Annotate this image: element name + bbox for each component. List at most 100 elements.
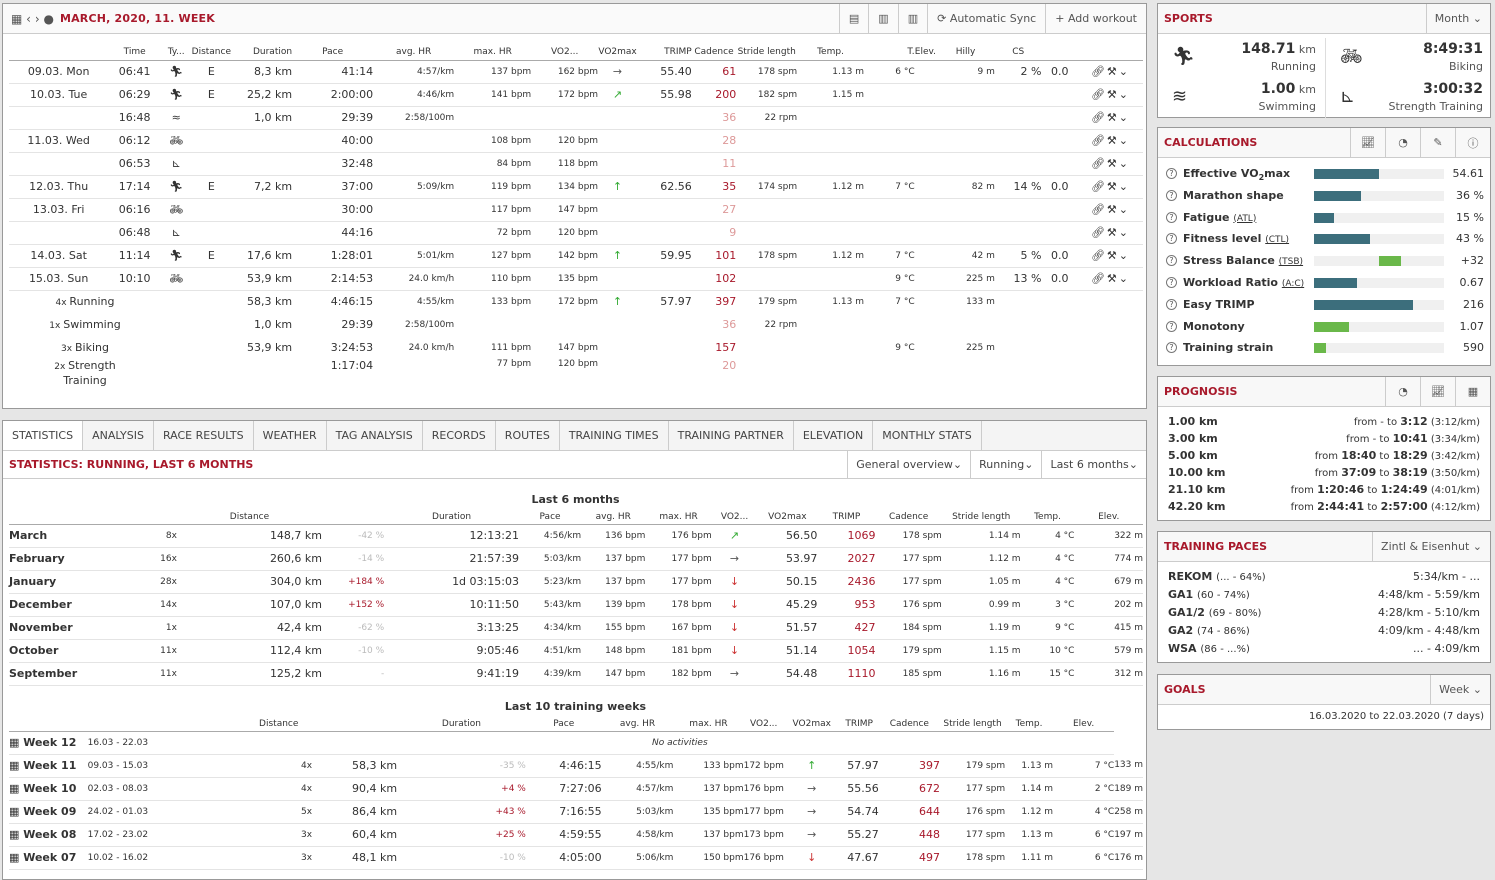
next-week-icon[interactable]: › — [35, 12, 40, 26]
today-dot-icon[interactable]: ● — [43, 12, 53, 26]
chevron-down-icon[interactable]: ⌄ — [1119, 111, 1130, 124]
link-icon[interactable]: 🔗︎ — [1091, 249, 1107, 262]
tab-weather[interactable]: WEATHER — [254, 421, 327, 450]
prognosis-chart-button[interactable]: 📈︎ — [1420, 377, 1455, 406]
help-icon[interactable]: ? — [1166, 342, 1177, 354]
automatic-sync-button[interactable]: ⟳ Automatic Sync — [927, 4, 1045, 33]
calculator-button[interactable]: ▦ — [1455, 377, 1490, 406]
cell — [797, 198, 864, 222]
calculation-row[interactable]: ? Fitness level (CTL) 43 % — [1166, 231, 1484, 251]
chevron-down-icon[interactable]: ⌄ — [1119, 226, 1130, 239]
calculation-row[interactable]: ? Stress Balance (TSB) +32 — [1166, 253, 1484, 273]
wrench-icon[interactable]: ⚒ — [1107, 134, 1119, 147]
chevron-down-icon[interactable]: ⌄ — [1119, 180, 1130, 193]
chevron-down-icon[interactable]: ⌄ — [1119, 65, 1130, 78]
link-icon[interactable]: 🔗︎ — [1091, 88, 1107, 101]
calculation-row[interactable]: ? Fatigue (ATL) 15 % — [1166, 210, 1484, 230]
cell: March — [9, 524, 124, 548]
paces-method-dropdown[interactable]: Zintl & Eisenhut ⌄ — [1372, 532, 1490, 561]
tab-statistics[interactable]: STATISTICS — [3, 421, 84, 450]
cell: 8,3 km — [231, 60, 293, 84]
sport-summary[interactable]: ⊾ 3:00:32 Strength Training — [1325, 78, 1491, 118]
tab-training-partner[interactable]: TRAINING PARTNER — [669, 421, 794, 450]
help-icon[interactable]: ? — [1166, 320, 1177, 332]
prev-week-icon[interactable]: ‹ — [26, 12, 31, 26]
tab-monthly-stats[interactable]: MONTHLY STATS — [873, 421, 982, 450]
workout-row[interactable]: 09.03. Mon 06:41 🏃︎ E 8,3 km 41:14 4:57/km 137 … — [9, 60, 1143, 84]
workout-row[interactable]: 06:53 ⊾ 32:48 84 bpm 118 bpm 11 🔗︎⚒⌄ — [9, 152, 1143, 176]
link-icon[interactable]: 🔗︎ — [1091, 111, 1107, 124]
link-icon[interactable]: 🔗︎ — [1091, 180, 1107, 193]
wrench-icon[interactable]: ⚒ — [1107, 111, 1119, 124]
link-icon[interactable]: 🔗︎ — [1091, 157, 1107, 170]
sports-period-dropdown[interactable]: Month ⌄ — [1425, 4, 1490, 33]
table-view-button[interactable]: ▤ — [838, 4, 868, 33]
calculation-row[interactable]: ? Marathon shape 36 % — [1166, 188, 1484, 208]
tools-button[interactable]: ✎ — [1420, 128, 1455, 157]
chevron-down-icon[interactable]: ⌄ — [1119, 88, 1130, 101]
cell: - — [322, 662, 385, 686]
workout-row[interactable]: 11.03. Wed 06:12 🚲︎ 40:00 108 bpm 120 bpm 28 🔗︎… — [9, 129, 1143, 153]
help-icon[interactable]: ? — [1166, 211, 1177, 223]
sport-summary[interactable]: 🏃︎ 148.71 km Running — [1158, 38, 1324, 78]
stats-view-button[interactable]: ▥ — [897, 4, 927, 33]
prognosis-gauge-button[interactable]: ◔ — [1385, 377, 1420, 406]
chevron-down-icon[interactable]: ⌄ — [1119, 157, 1130, 170]
help-icon[interactable]: ? — [1166, 277, 1177, 288]
wrench-icon[interactable]: ⚒ — [1107, 249, 1119, 262]
link-icon[interactable]: 🔗︎ — [1091, 65, 1107, 78]
line-chart-button[interactable]: 📈︎ — [1350, 128, 1385, 157]
chevron-down-icon[interactable]: ⌄ — [1119, 134, 1130, 147]
sport-summary[interactable]: ≋ 1.00 km Swimming — [1158, 78, 1324, 118]
link-icon[interactable]: 🔗︎ — [1091, 226, 1107, 239]
chevron-down-icon[interactable]: ⌄ — [1119, 249, 1130, 262]
chevron-down-icon[interactable]: ⌄ — [1119, 203, 1130, 216]
stats-filter-dropdown[interactable]: Running ⌄ — [970, 451, 1041, 478]
link-icon[interactable]: 🔗︎ — [1091, 203, 1107, 216]
tab-race-results[interactable]: RACE RESULTS — [154, 421, 254, 450]
calendar-icon[interactable]: ▦ — [11, 12, 22, 26]
workout-row[interactable]: 06:48 ⊾ 44:16 72 bpm 120 bpm 9 🔗︎⚒⌄ — [9, 221, 1143, 245]
stats-filter-dropdown[interactable]: General overview ⌄ — [847, 451, 970, 478]
workout-row[interactable]: 16:48 ≈1,0 km 29:39 2:58/100m 36 22 rpm 🔗︎⚒⌄ — [9, 106, 1143, 130]
goals-period-dropdown[interactable]: Week ⌄ — [1430, 675, 1490, 704]
wrench-icon[interactable]: ⚒ — [1107, 88, 1119, 101]
wrench-icon[interactable]: ⚒ — [1107, 65, 1119, 78]
calculation-row[interactable]: ? Training strain 590 — [1166, 340, 1484, 360]
wrench-icon[interactable]: ⚒ — [1107, 226, 1119, 239]
workout-row[interactable]: 15.03. Sun 10:10 🚲︎ 53,9 km 2:14:53 24.0 km/h… — [9, 267, 1143, 291]
chart-view-button[interactable]: ▥ — [868, 4, 897, 33]
help-icon[interactable]: ? — [1166, 168, 1177, 179]
tab-records[interactable]: RECORDS — [423, 421, 496, 450]
workout-row[interactable]: 12.03. Thu 17:14 🏃︎ E 7,2 km 37:00 5:09/km 119 … — [9, 175, 1143, 199]
add-workout-button[interactable]: + Add workout — [1045, 4, 1146, 33]
help-icon[interactable]: ? — [1166, 233, 1177, 245]
wrench-icon[interactable]: ⚒ — [1107, 157, 1119, 170]
calculation-row[interactable]: ? Workload Ratio (A:C) 0.67 — [1166, 275, 1484, 295]
link-icon[interactable]: 🔗︎ — [1091, 272, 1107, 285]
calculation-row[interactable]: ? Monotony 1.07 — [1166, 319, 1484, 339]
tab-analysis[interactable]: ANALYSIS — [83, 421, 154, 450]
calculation-row[interactable]: ? Effective VO2max 54.61 — [1166, 166, 1484, 186]
tab-routes[interactable]: ROUTES — [496, 421, 560, 450]
chevron-down-icon[interactable]: ⌄ — [1119, 272, 1130, 285]
cell: 133 m — [936, 289, 995, 313]
help-icon[interactable]: ? — [1166, 298, 1177, 310]
tab-elevation[interactable]: ELEVATION — [794, 421, 874, 450]
tab-training-times[interactable]: TRAINING TIMES — [560, 421, 669, 450]
help-icon[interactable]: ? — [1166, 255, 1177, 267]
link-icon[interactable]: 🔗︎ — [1091, 134, 1107, 147]
info-button[interactable]: ⓘ — [1455, 128, 1490, 157]
stats-filter-dropdown[interactable]: Last 6 months ⌄ — [1041, 451, 1146, 478]
sport-summary[interactable]: 🚲︎ 8:49:31 Biking — [1325, 38, 1491, 78]
tab-tag-analysis[interactable]: TAG ANALYSIS — [327, 421, 423, 450]
help-icon[interactable]: ? — [1166, 189, 1177, 201]
wrench-icon[interactable]: ⚒ — [1107, 272, 1119, 285]
calculation-row[interactable]: ? Easy TRIMP 216 — [1166, 297, 1484, 317]
wrench-icon[interactable]: ⚒ — [1107, 180, 1119, 193]
wrench-icon[interactable]: ⚒ — [1107, 203, 1119, 216]
gauge-button[interactable]: ◔ — [1385, 128, 1420, 157]
workout-row[interactable]: 13.03. Fri 06:16 🚲︎ 30:00 117 bpm 147 bpm 27 🔗︎… — [9, 198, 1143, 222]
workout-row[interactable]: 10.03. Tue 06:29 🏃︎ E 25,2 km 2:00:00 4:46/km 1… — [9, 83, 1143, 107]
workout-row[interactable]: 14.03. Sat 11:14 🏃︎ E 17,6 km 1:28:01 5:01/km 1… — [9, 244, 1143, 268]
